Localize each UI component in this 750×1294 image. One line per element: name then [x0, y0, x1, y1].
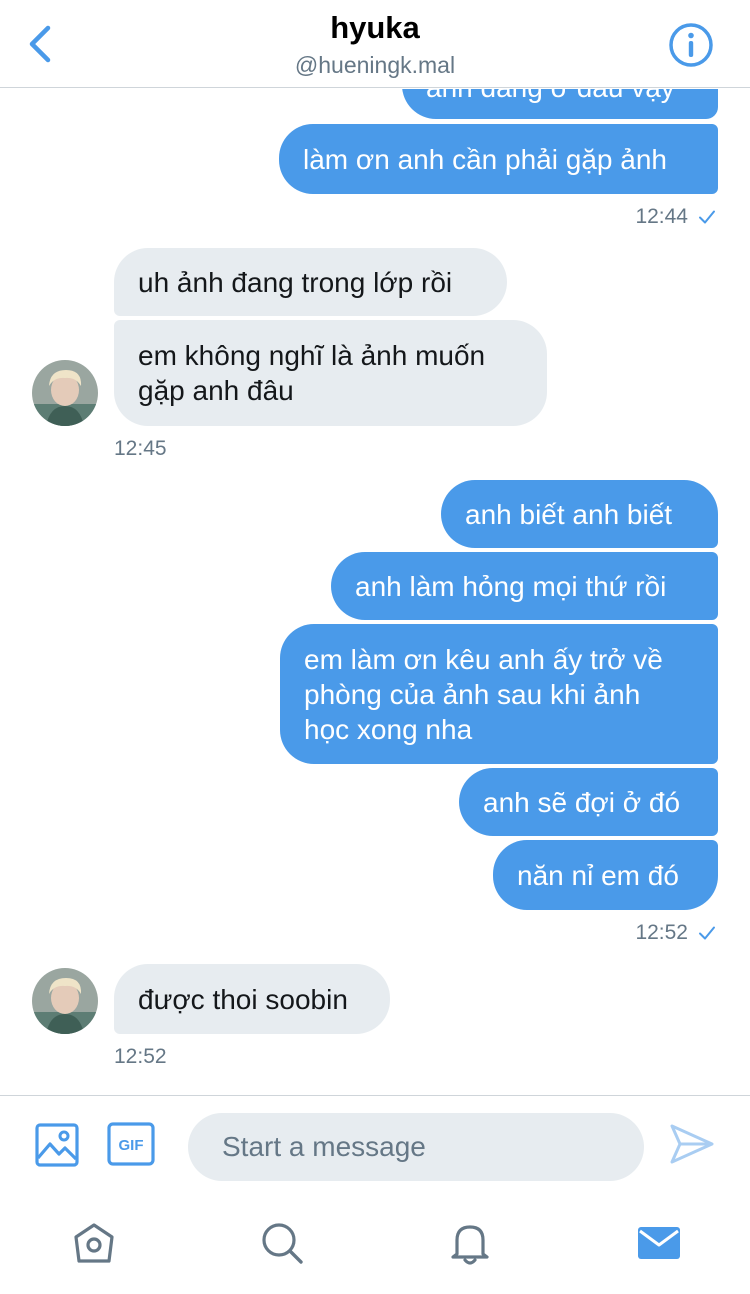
message-bubble-incoming[interactable]: em không nghĩ là ảnh muốn gặp anh đâu: [114, 320, 547, 426]
bottom-tab-bar: [0, 1200, 750, 1294]
mail-icon[interactable]: [636, 1220, 682, 1266]
check-icon: [699, 926, 715, 940]
conversation-header: hyuka @hueningk.mal: [0, 0, 750, 88]
message-bubble-outgoing[interactable]: làm ơn anh cần phải gặp ảnh: [279, 124, 718, 194]
message-timestamp: 12:44: [635, 205, 716, 229]
message-composer: GIF: [0, 1095, 750, 1200]
search-icon[interactable]: [259, 1220, 305, 1266]
home-icon[interactable]: [71, 1220, 117, 1266]
timestamp-text: 12:44: [635, 205, 688, 228]
gif-label: GIF: [119, 1137, 144, 1154]
message-text: anh biết anh biết: [465, 498, 673, 530]
message-text: anh làm hỏng mọi thứ rồi: [355, 570, 667, 602]
info-icon[interactable]: [668, 22, 714, 68]
timestamp-text: 12:52: [635, 921, 688, 944]
message-text: uh ảnh đang trong lớp rồi: [138, 266, 453, 298]
message-bubble-outgoing[interactable]: anh đang ở đâu vậy: [402, 89, 718, 119]
gif-icon[interactable]: GIF: [107, 1122, 155, 1166]
message-line: em không nghĩ là ảnh muốn: [138, 340, 486, 371]
message-bubble-outgoing[interactable]: năn nỉ em đó: [493, 840, 718, 910]
message-timestamp: 12:52: [114, 1045, 167, 1068]
message-line: học xong nha: [304, 714, 473, 745]
avatar[interactable]: [32, 360, 98, 426]
message-text: làm ơn anh cần phải gặp ảnh: [303, 143, 667, 175]
message-text: được thoi soobin: [138, 983, 348, 1015]
message-bubble-outgoing[interactable]: anh làm hỏng mọi thứ rồi: [331, 552, 718, 620]
message-text: anh đang ở đâu vậy: [426, 89, 675, 105]
message-line: gặp anh đâu: [138, 375, 294, 406]
conversation-handle: @hueningk.mal: [294, 52, 456, 78]
message-text: anh sẽ đợi ở đó: [483, 786, 681, 818]
message-input[interactable]: [188, 1113, 644, 1181]
message-bubble-incoming[interactable]: được thoi soobin: [114, 964, 390, 1034]
message-bubble-outgoing[interactable]: em làm ơn kêu anh ấy trở về phòng của ản…: [280, 624, 718, 764]
message-text: năn nỉ em đó: [517, 859, 679, 891]
message-timestamp: 12:45: [114, 437, 167, 460]
message-line: em làm ơn kêu anh ấy trở về: [304, 644, 663, 675]
message-timestamp: 12:52: [635, 921, 716, 945]
avatar-image: [32, 360, 98, 426]
message-bubble-incoming[interactable]: uh ảnh đang trong lớp rồi: [114, 248, 507, 316]
image-icon[interactable]: [34, 1122, 80, 1168]
message-line: phòng của ảnh sau khi ảnh: [304, 679, 641, 710]
avatar-image: [32, 968, 98, 1034]
check-icon: [699, 210, 715, 224]
conversation-title: hyuka: [330, 10, 420, 45]
message-bubble-outgoing[interactable]: anh sẽ đợi ở đó: [459, 768, 718, 836]
send-icon[interactable]: [668, 1120, 716, 1168]
bell-icon[interactable]: [447, 1220, 493, 1266]
avatar[interactable]: [32, 968, 98, 1034]
message-bubble-outgoing[interactable]: anh biết anh biết: [441, 480, 718, 548]
message-thread[interactable]: anh đang ở đâu vậy làm ơn anh cần phải g…: [0, 89, 750, 1095]
message-text: em làm ơn kêu anh ấy trở về phòng của ản…: [304, 642, 663, 747]
message-text: em không nghĩ là ảnh muốn gặp anh đâu: [138, 338, 485, 408]
